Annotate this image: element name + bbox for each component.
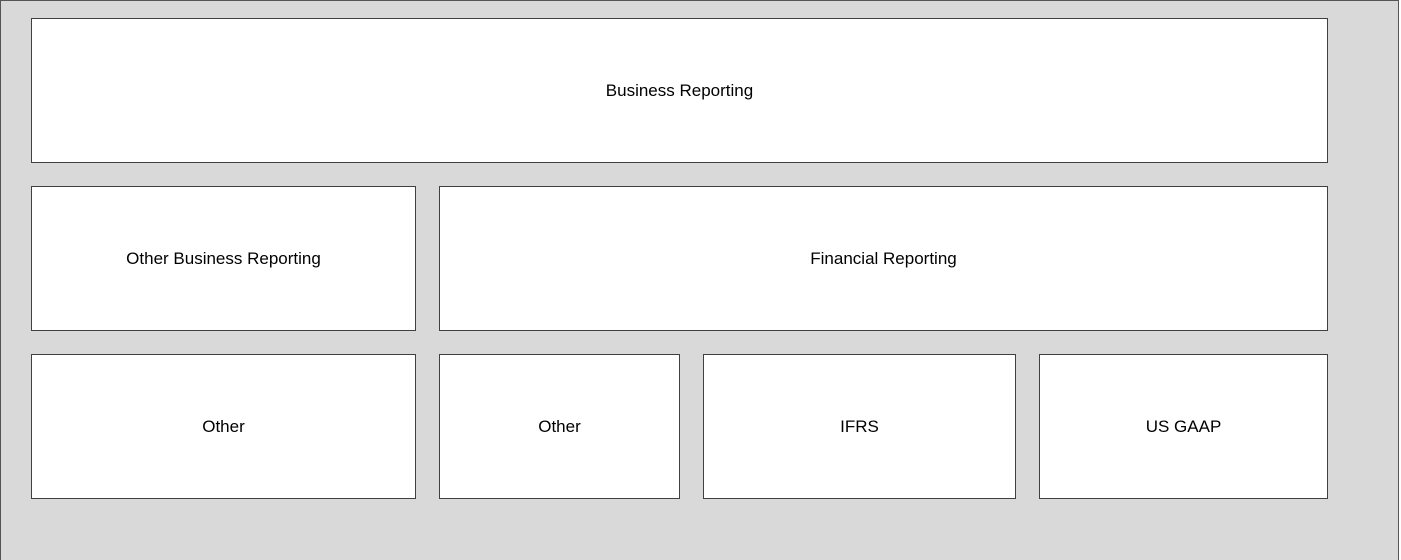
financial-other-label: Other <box>538 416 581 436</box>
other-business-other-label: Other <box>202 416 245 436</box>
other-business-reporting-box: Other Business Reporting <box>31 186 416 331</box>
us-gaap-label: US GAAP <box>1145 416 1222 436</box>
business-reporting-label: Business Reporting <box>605 80 754 100</box>
other-business-reporting-label: Other Business Reporting <box>126 248 321 268</box>
financial-other-box: Other <box>439 354 680 499</box>
financial-reporting-box: Financial Reporting <box>439 186 1328 331</box>
other-business-other-box: Other <box>31 354 416 499</box>
diagram-canvas: Business Reporting Other Business Report… <box>0 0 1399 560</box>
ifrs-label: IFRS <box>840 416 879 436</box>
us-gaap-box: US GAAP <box>1039 354 1328 499</box>
financial-reporting-label: Financial Reporting <box>810 248 957 268</box>
business-reporting-box: Business Reporting <box>31 18 1328 163</box>
ifrs-box: IFRS <box>703 354 1016 499</box>
